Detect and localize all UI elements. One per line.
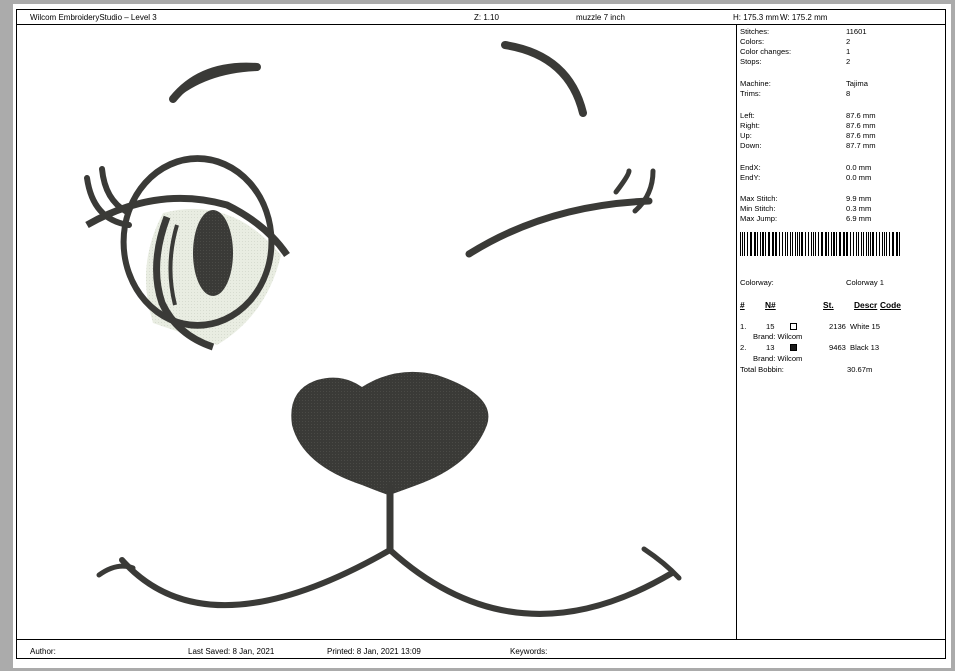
stat-row: Down: 87.7 mm <box>740 141 946 152</box>
mouth <box>96 483 682 617</box>
stat-value: 87.6 mm <box>846 131 876 140</box>
print-preview-sheet: Wilcom EmbroideryStudio – Level 3 Z: 1.1… <box>13 4 951 668</box>
col-descr: Descr <box>854 300 878 310</box>
left-eye <box>85 155 290 351</box>
stat-label: Down: <box>740 141 762 150</box>
stat-value: 1 <box>846 47 851 56</box>
stat-value: Tajima <box>846 79 868 88</box>
stat-label: Min Stitch: <box>740 204 776 213</box>
row-n: 15 <box>766 322 775 331</box>
stat-value: 2 <box>846 37 851 46</box>
stat-value: 2 <box>846 57 851 66</box>
app-title: Wilcom EmbroideryStudio – Level 3 <box>30 13 157 22</box>
stat-label: Stitches: <box>740 27 770 36</box>
stat-value: 9.9 mm <box>846 194 872 203</box>
row-brand: Brand: Wilcom <box>753 332 803 341</box>
stat-value: 11601 <box>846 27 867 36</box>
stat-value: 0.3 mm <box>846 204 872 213</box>
stat-label: Max Jump: <box>740 214 778 223</box>
stat-label: Colors: <box>740 37 765 46</box>
stat-label: Max Stitch: <box>740 194 778 203</box>
right-eyebrow <box>501 41 587 117</box>
colorway-value: Colorway 1 <box>846 278 884 287</box>
design-name: muzzle 7 inch <box>576 13 625 22</box>
footer-author: Author: <box>30 647 56 656</box>
page-frame: Wilcom EmbroideryStudio – Level 3 Z: 1.1… <box>16 9 946 659</box>
footer-keywords: Keywords: <box>510 647 548 656</box>
col-n: N# <box>765 300 776 310</box>
stat-value: 87.7 mm <box>846 141 876 150</box>
design-info-panel: Stitches: 11601 Colors: 2 Color changes: 1 Sto… <box>738 27 946 637</box>
col-num: # <box>740 300 745 310</box>
row-descr: White 15 <box>850 322 880 331</box>
design-canvas[interactable] <box>17 25 736 639</box>
col-code: Code <box>880 300 901 310</box>
colorway-row: Colorway: Colorway 1 <box>740 278 946 289</box>
stat-value: 0.0 mm <box>846 163 872 172</box>
stat-value: 8 <box>846 89 851 98</box>
footer-divider <box>17 639 945 640</box>
design-height: H: 175.3 mm <box>733 13 779 22</box>
row-num: 2. <box>740 343 747 352</box>
row-n: 13 <box>766 343 775 352</box>
stat-row: Stops: 2 <box>740 57 946 68</box>
stat-label: Trims: <box>740 89 761 98</box>
barcode <box>740 232 900 256</box>
stat-label: Left: <box>740 111 755 120</box>
right-eye-closed <box>465 168 656 258</box>
zoom-level: Z: 1.10 <box>474 13 499 22</box>
row-num: 1. <box>740 322 747 331</box>
bobbin-value: 30.67m <box>847 365 873 374</box>
stat-label: Right: <box>740 121 760 130</box>
design-width: W: 175.2 mm <box>780 13 828 22</box>
stat-row: Trims: 8 <box>740 89 946 100</box>
stat-row: Max Jump: 6.9 mm <box>740 214 946 225</box>
nose <box>291 371 489 495</box>
row-descr: Black 13 <box>850 343 880 352</box>
stat-label: EndX: <box>740 163 761 172</box>
row-st: 2136 <box>829 322 846 331</box>
stat-label: Up: <box>740 131 752 140</box>
stat-value: 87.6 mm <box>846 121 876 130</box>
stat-label: EndY: <box>740 173 761 182</box>
col-st: St. <box>823 300 834 310</box>
stat-label: Stops: <box>740 57 762 66</box>
panel-divider <box>736 24 737 640</box>
footer-printed: Printed: 8 Jan, 2021 13:09 <box>327 647 421 656</box>
row-st: 9463 <box>829 343 846 352</box>
color-swatch <box>790 323 797 330</box>
stat-value: 0.0 mm <box>846 173 872 182</box>
row-brand: Brand: Wilcom <box>753 354 803 363</box>
colorway-label: Colorway: <box>740 278 774 287</box>
stat-value: 87.6 mm <box>846 111 876 120</box>
stat-value: 6.9 mm <box>846 214 872 223</box>
embroidery-design <box>84 41 682 617</box>
bobbin-label: Total Bobbin: <box>740 365 784 374</box>
footer-last-saved: Last Saved: 8 Jan, 2021 <box>188 647 275 656</box>
stat-row: EndY: 0.0 mm <box>740 173 946 184</box>
stat-label: Color changes: <box>740 47 792 56</box>
stat-label: Machine: <box>740 79 771 88</box>
color-swatch <box>790 344 797 351</box>
